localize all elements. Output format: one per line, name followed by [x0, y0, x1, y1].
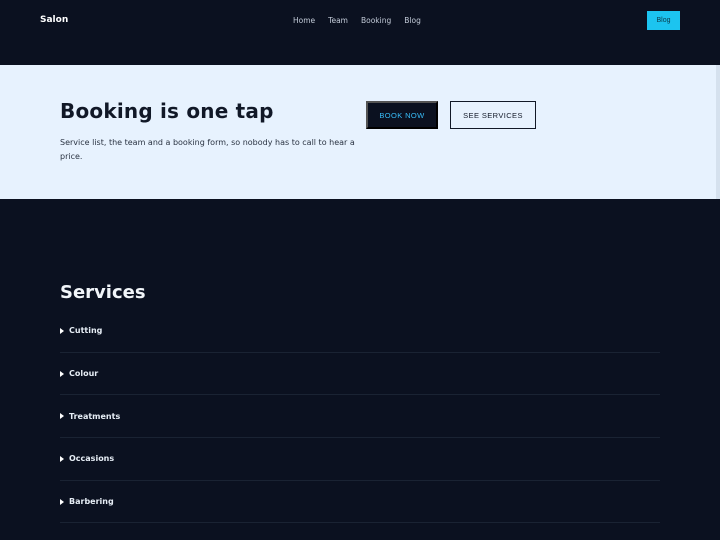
caret-right-icon	[60, 327, 64, 334]
service-item-cutting[interactable]: Cutting	[60, 310, 660, 353]
site-header: Salon Home Team Booking Blog Blog	[0, 0, 720, 65]
caret-right-icon	[60, 455, 64, 462]
nav-link-blog[interactable]: Blog	[404, 16, 421, 25]
caret-right-icon	[60, 498, 64, 505]
service-item-label: Colour	[69, 369, 99, 379]
nav-link-home[interactable]: Home	[293, 16, 315, 25]
hero-subtitle: Service list, the team and a booking for…	[60, 138, 355, 161]
service-item-label: Cutting	[69, 326, 103, 336]
main-nav: Home Team Booking Blog	[293, 16, 421, 25]
caret-right-icon	[60, 370, 64, 377]
caret-right-icon	[60, 413, 64, 420]
service-item-label: Barbering	[69, 497, 114, 507]
book-now-button[interactable]: BOOK NOW	[366, 101, 438, 129]
nav-link-booking[interactable]: Booking	[361, 16, 391, 25]
service-item-treatments[interactable]: Treatments	[60, 395, 660, 439]
services-heading: Services	[60, 282, 146, 303]
see-services-button[interactable]: SEE SERVICES	[450, 101, 536, 129]
service-item-colour[interactable]: Colour	[60, 353, 660, 396]
service-item-label: Occasions	[69, 454, 115, 464]
brand-logo[interactable]: Salon	[40, 15, 68, 25]
hero-title: Booking is one tap	[60, 99, 274, 123]
service-item-barbering[interactable]: Barbering	[60, 481, 660, 524]
header-cta-button[interactable]: Blog	[647, 11, 680, 30]
service-item-label: Treatments	[69, 411, 121, 421]
nav-link-team[interactable]: Team	[328, 16, 348, 25]
services-list: Cutting Colour Treatments Occasions Barb…	[60, 310, 660, 524]
service-item-occasions[interactable]: Occasions	[60, 438, 660, 481]
scrollbar[interactable]	[716, 65, 720, 199]
hero-section: Booking is one tap Service list, the tea…	[0, 65, 720, 199]
